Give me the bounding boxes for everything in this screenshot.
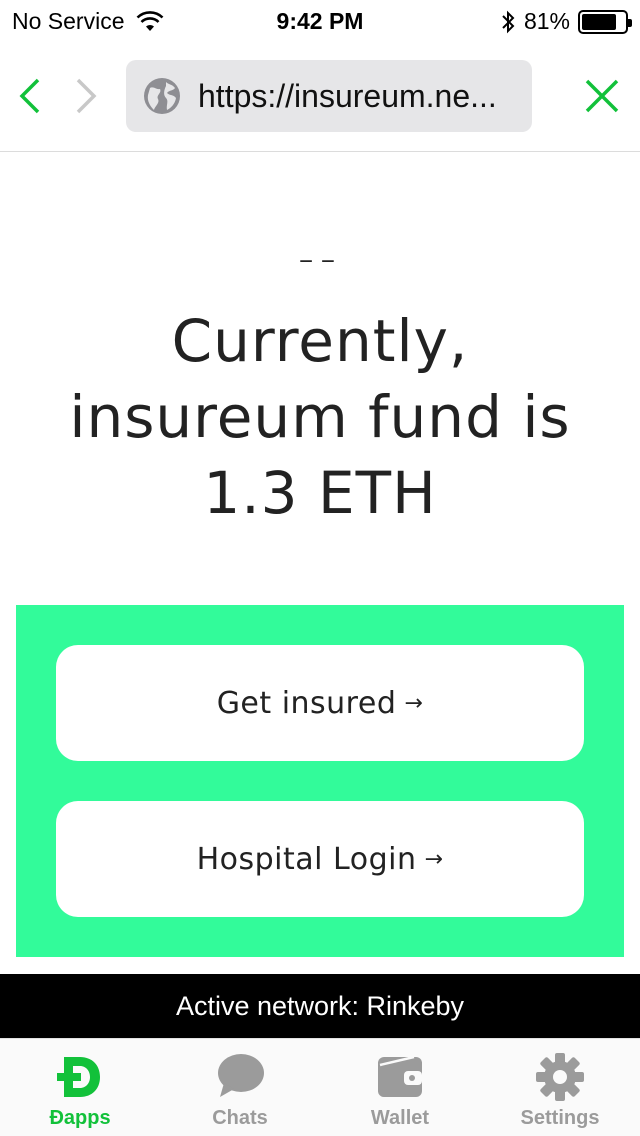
status-right: 81% [500, 8, 632, 35]
wallet-icon [378, 1055, 422, 1097]
battery-fill [582, 13, 617, 30]
url-text: https://insureum.ne... [198, 77, 497, 114]
get-insured-button[interactable]: Get insured → [56, 645, 584, 761]
web-content: -- Currently, insureum fund is 1.3 ETH G… [0, 153, 640, 973]
status-bar: No Service 9:42 PM 81% [0, 0, 640, 40]
fund-line-1: Currently, [171, 307, 469, 375]
bluetooth-icon [502, 10, 515, 33]
close-icon[interactable] [584, 78, 620, 114]
arrow-right-icon: → [424, 846, 444, 872]
get-insured-label: Get insured [216, 685, 397, 721]
chevron-right-icon[interactable] [72, 76, 102, 116]
arrow-right-icon: → [404, 690, 424, 716]
tab-label: Settings [520, 1107, 600, 1129]
globe-icon [144, 78, 180, 114]
browser-toolbar: https://insureum.ne... [0, 40, 640, 152]
tab-label: Đapps [49, 1107, 111, 1129]
network-banner: Active network: Rinkeby [0, 974, 640, 1038]
tab-settings[interactable]: Settings [480, 1039, 640, 1136]
tab-dapps[interactable]: Đapps [0, 1039, 160, 1136]
dashes-text: -- [298, 233, 342, 284]
gear-icon [536, 1053, 584, 1101]
battery-icon [578, 9, 632, 34]
fund-line-3: 1.3 ETH [203, 459, 437, 527]
tab-wallet[interactable]: Wallet [320, 1039, 480, 1136]
fund-statement: Currently, insureum fund is 1.3 ETH [20, 303, 620, 531]
tab-chats[interactable]: Chats [160, 1039, 320, 1136]
tab-label: Chats [212, 1107, 268, 1129]
chevron-left-icon[interactable] [14, 76, 44, 116]
action-panel: Get insured → Hospital Login → [16, 605, 624, 957]
battery-tip [628, 18, 632, 27]
fund-line-2: insureum fund is [69, 383, 571, 451]
tab-label: Wallet [370, 1107, 430, 1129]
url-field[interactable]: https://insureum.ne... [126, 60, 532, 132]
hospital-login-label: Hospital Login [196, 841, 417, 877]
battery-percent: 81% [523, 8, 570, 34]
dapps-icon [57, 1057, 100, 1097]
chat-bubble-icon [218, 1054, 264, 1097]
tab-bar: Đapps Chats Wallet Settings [0, 1038, 640, 1136]
hospital-login-button[interactable]: Hospital Login → [56, 801, 584, 917]
